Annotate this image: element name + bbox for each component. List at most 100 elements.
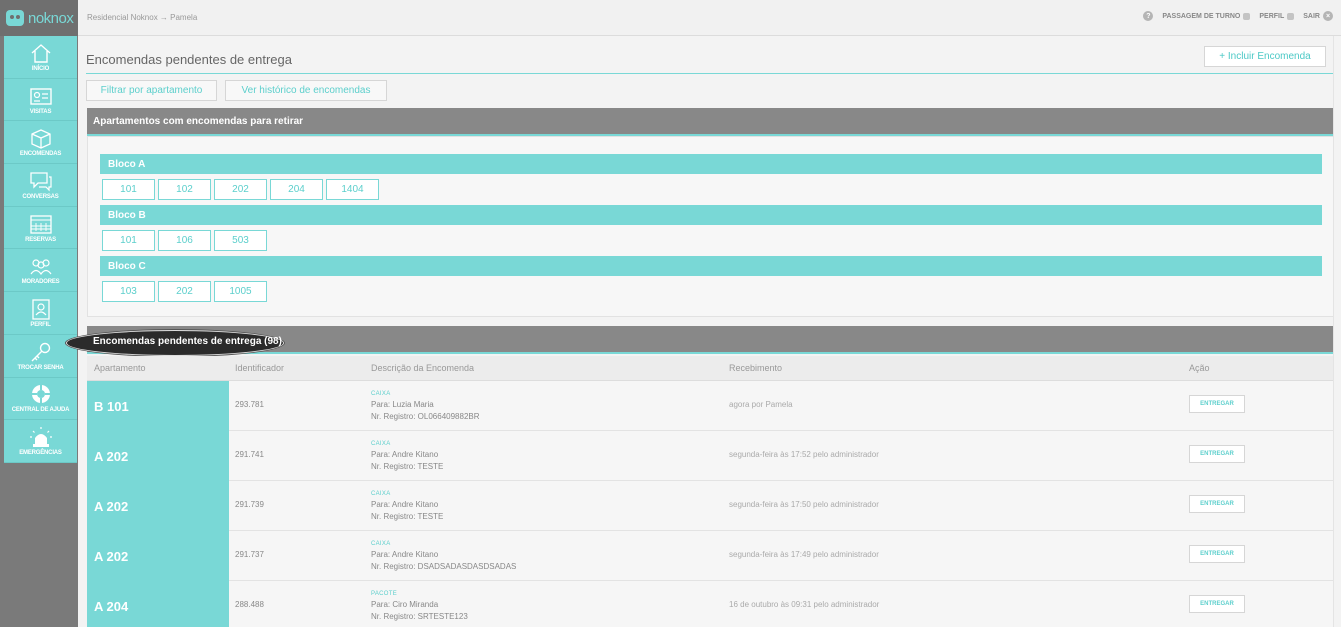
sidebar-item-label: VISITAS <box>29 108 52 115</box>
profile-icon <box>31 299 50 320</box>
main-content: Encomendas pendentes de entrega + Inclui… <box>66 36 1341 627</box>
registry-number: Nr. Registro: SRTESTE123 <box>371 612 468 621</box>
row-identifier: 291.741 <box>235 450 264 459</box>
table-row: A 204 288.488 PACOTE Para: Ciro Miranda … <box>87 581 1334 627</box>
table-row: A 202 291.741 CAIXA Para: Andre Kitano N… <box>87 431 1334 481</box>
logout-link[interactable]: SAIR × <box>1303 11 1333 21</box>
column-description: Descrição da Encomenda <box>371 363 475 373</box>
scrollbar[interactable] <box>1333 36 1341 627</box>
sidebar-item-label: CENTRAL DE AJUDA <box>11 407 70 414</box>
apartments-panel-body: Bloco A 101 102 202 204 1404 Bloco B 101… <box>87 136 1334 317</box>
key-icon <box>31 342 50 362</box>
recipient: Para: Ciro Miranda <box>371 600 439 609</box>
row-description: CAIXA Para: Andre Kitano Nr. Registro: T… <box>371 439 443 473</box>
shift-change-label: PASSAGEM DE TURNO <box>1162 12 1241 20</box>
row-apartment: A 202 <box>87 481 229 531</box>
home-icon <box>31 43 50 63</box>
apartment-button[interactable]: 1404 <box>326 179 379 200</box>
row-apartment: A 204 <box>87 581 229 627</box>
sidebar-item-encomendas[interactable]: ENCOMENDAS <box>4 121 77 165</box>
deliver-button[interactable]: ENTREGAR <box>1189 395 1245 413</box>
deliver-button[interactable]: ENTREGAR <box>1189 545 1245 563</box>
top-actions: ? PASSAGEM DE TURNO PERFIL SAIR × <box>1143 11 1333 21</box>
sidebar-item-label: INÍCIO <box>31 65 50 72</box>
filter-by-apartment-button[interactable]: Filtrar por apartamento <box>86 80 217 101</box>
column-received: Recebimento <box>729 363 783 373</box>
title-divider <box>86 73 1333 74</box>
table-header: Apartamento Identificador Descrição da E… <box>87 356 1334 381</box>
sidebar-item-central-de-ajuda[interactable]: CENTRAL DE AJUDA <box>4 378 77 421</box>
block-c-apartments: 103 202 1005 <box>102 281 267 302</box>
block-a-header: Bloco A <box>100 154 1322 174</box>
shift-change-link[interactable]: PASSAGEM DE TURNO <box>1162 12 1251 20</box>
sidebar: INÍCIO VISITAS ENCOMENDAS CONVERSAS RESE… <box>0 36 78 627</box>
sidebar-item-label: CONVERSAS <box>22 193 59 200</box>
row-apartment: A 202 <box>87 431 229 481</box>
deliver-button[interactable]: ENTREGAR <box>1189 445 1245 463</box>
profile-label: PERFIL <box>1259 12 1285 20</box>
top-bar: noknox Residencial Noknox → Pamela ? PAS… <box>0 0 1341 36</box>
sidebar-item-perfil[interactable]: PERFIL <box>4 292 77 335</box>
close-icon: × <box>1323 11 1333 21</box>
row-identifier: 288.488 <box>235 600 264 609</box>
help-icon[interactable]: ? <box>1143 11 1154 21</box>
row-received: segunda-feira às 17:50 pelo administrado… <box>729 500 879 509</box>
deliver-button[interactable]: ENTREGAR <box>1189 595 1245 613</box>
pending-panel-title: Encomendas pendentes de entrega (98) <box>93 336 282 347</box>
list-icon <box>1243 12 1251 20</box>
sidebar-item-conversas[interactable]: CONVERSAS <box>4 164 77 207</box>
registry-number: Nr. Registro: TESTE <box>371 512 444 521</box>
logo[interactable]: noknox <box>0 0 78 36</box>
row-description: CAIXA Para: Luzia Maria Nr. Registro: OL… <box>371 389 480 423</box>
apartment-button[interactable]: 106 <box>158 230 211 251</box>
package-type: CAIXA <box>371 541 391 547</box>
chat-icon <box>29 172 52 192</box>
apartment-button[interactable]: 101 <box>102 179 155 200</box>
row-description: CAIXA Para: Andre Kitano Nr. Registro: T… <box>371 489 443 523</box>
owl-logo-icon <box>6 10 24 26</box>
apartment-button[interactable]: 102 <box>158 179 211 200</box>
breadcrumb: Residencial Noknox → Pamela <box>87 13 198 22</box>
logo-text: noknox <box>28 9 74 27</box>
package-type: CAIXA <box>371 491 391 497</box>
user-icon <box>1287 12 1295 20</box>
add-package-button[interactable]: + Incluir Encomenda <box>1204 46 1326 67</box>
sidebar-item-label: MORADORES <box>21 279 60 286</box>
sidebar-item-label: TROCAR SENHA <box>17 364 64 371</box>
apartment-button[interactable]: 1005 <box>214 281 267 302</box>
apartment-button[interactable]: 204 <box>270 179 323 200</box>
column-apartment: Apartamento <box>94 363 146 373</box>
sidebar-item-moradores[interactable]: MORADORES <box>4 249 77 293</box>
apartment-button[interactable]: 202 <box>158 281 211 302</box>
row-received: agora por Pamela <box>729 400 793 409</box>
sidebar-item-label: RESERVAS <box>25 236 56 243</box>
sidebar-item-emergencias[interactable]: EMERGÊNCIAS <box>4 420 77 463</box>
sidebar-item-label: EMERGÊNCIAS <box>19 450 62 457</box>
registry-number: Nr. Registro: DSADSADASDASDSADAS <box>371 562 517 571</box>
row-apartment: B 101 <box>87 381 229 431</box>
recipient: Para: Andre Kitano <box>371 550 439 559</box>
recipient: Para: Andre Kitano <box>371 450 439 459</box>
apartment-button[interactable]: 101 <box>102 230 155 251</box>
package-history-button[interactable]: Ver histórico de encomendas <box>225 80 387 101</box>
sidebar-item-reservas[interactable]: RESERVAS <box>4 207 77 250</box>
registry-number: Nr. Registro: OL066409882BR <box>371 412 480 421</box>
row-apartment: A 202 <box>87 531 229 581</box>
registry-number: Nr. Registro: TESTE <box>371 462 444 471</box>
sidebar-item-inicio[interactable]: INÍCIO <box>4 36 77 79</box>
sidebar-item-visitas[interactable]: VISITAS <box>4 79 77 122</box>
page-title: Encomendas pendentes de entrega <box>86 52 292 67</box>
block-b-header: Bloco B <box>100 205 1322 225</box>
people-icon <box>30 259 51 276</box>
sidebar-item-label: ENCOMENDAS <box>19 151 62 158</box>
block-b-apartments: 101 106 503 <box>102 230 267 251</box>
apartment-button[interactable]: 503 <box>214 230 267 251</box>
deliver-button[interactable]: ENTREGAR <box>1189 495 1245 513</box>
lifebuoy-icon <box>31 385 50 404</box>
profile-link[interactable]: PERFIL <box>1259 12 1295 20</box>
package-icon <box>30 129 51 149</box>
apartment-button[interactable]: 202 <box>214 179 267 200</box>
recipient: Para: Luzia Maria <box>371 400 434 409</box>
apartment-button[interactable]: 103 <box>102 281 155 302</box>
logout-label: SAIR <box>1303 12 1320 20</box>
